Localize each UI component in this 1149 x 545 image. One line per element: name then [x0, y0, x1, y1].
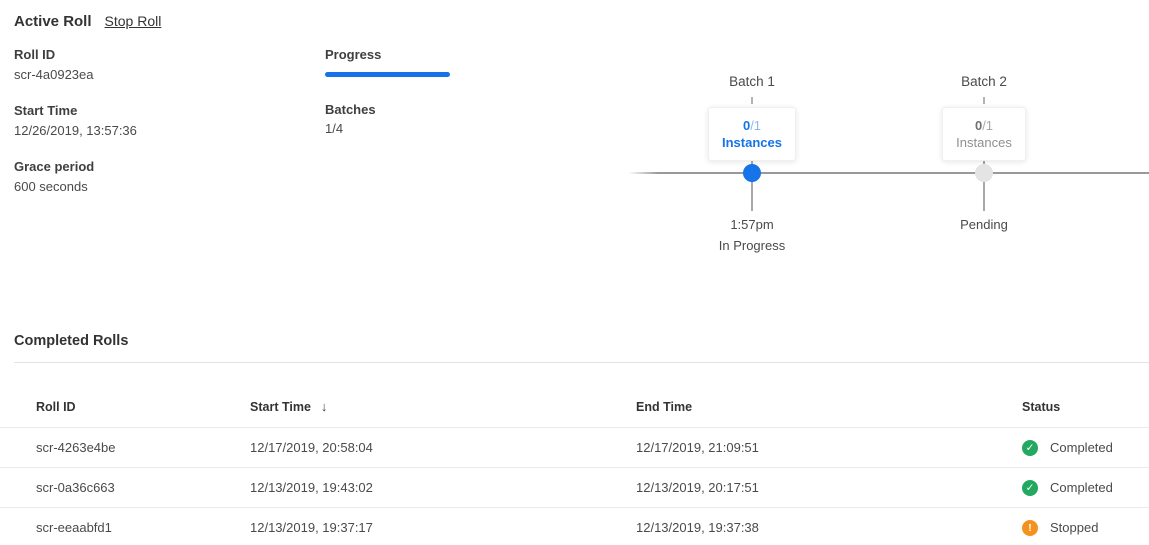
- field-grace-period: Grace period 600 seconds: [14, 158, 137, 195]
- cell-status: ! Stopped: [1022, 520, 1149, 536]
- instances-label: Instances: [722, 134, 782, 151]
- col-roll-id: Roll ID: [36, 400, 250, 414]
- check-circle-icon: ✓: [1022, 480, 1038, 496]
- cell-start-time: 12/17/2019, 20:58:04: [250, 440, 636, 455]
- batch-info: 1:57pm In Progress: [672, 217, 832, 254]
- field-roll-id: Roll ID scr-4a0923ea: [14, 46, 137, 83]
- batch-name: Batch 1: [672, 74, 832, 90]
- progress-bar-fill: [325, 72, 450, 77]
- check-circle-icon: ✓: [1022, 440, 1038, 456]
- cell-status: ✓ Completed: [1022, 440, 1149, 456]
- batches-label: Batches: [325, 101, 450, 118]
- progress-label: Progress: [325, 46, 450, 63]
- status-label: Completed: [1050, 440, 1113, 455]
- field-value: 12/26/2019, 13:57:36: [14, 122, 137, 139]
- warning-circle-icon: !: [1022, 520, 1038, 536]
- timeline-axis: [628, 172, 1149, 174]
- completed-rolls-table: Roll ID Start Time↓ End Time Status scr-…: [0, 386, 1149, 545]
- progress-summary: Progress Batches 1/4: [325, 46, 450, 136]
- field-label: Roll ID: [14, 46, 137, 63]
- table-row[interactable]: scr-eeaabfd1 12/13/2019, 19:37:17 12/13/…: [0, 507, 1149, 545]
- field-label: Start Time: [14, 102, 137, 119]
- cell-roll-id: scr-4263e4be: [36, 440, 250, 455]
- completed-rolls-title: Completed Rolls: [14, 333, 128, 349]
- instances-card[interactable]: 0/1 Instances: [942, 107, 1026, 161]
- cell-end-time: 12/13/2019, 20:17:51: [636, 480, 1022, 495]
- stop-roll-link[interactable]: Stop Roll: [105, 13, 162, 29]
- batch-tick: [983, 97, 985, 104]
- cell-end-time: 12/13/2019, 19:37:38: [636, 520, 1022, 535]
- batch-connector-line: [983, 154, 985, 211]
- cell-end-time: 12/17/2019, 21:09:51: [636, 440, 1022, 455]
- section-divider: [14, 362, 1149, 363]
- col-start-time[interactable]: Start Time↓: [250, 399, 636, 414]
- timeline-batch-2: Batch 2 0/1 Instances Pending: [904, 74, 1064, 161]
- roll-details: Roll ID scr-4a0923ea Start Time 12/26/20…: [14, 46, 137, 214]
- col-end-time: End Time: [636, 400, 1022, 414]
- field-label: Grace period: [14, 158, 137, 175]
- status-label: Stopped: [1050, 520, 1098, 535]
- instances-label: Instances: [956, 134, 1012, 151]
- batch-tick: [751, 97, 753, 104]
- status-label: Completed: [1050, 480, 1113, 495]
- batches-value: 1/4: [325, 121, 450, 136]
- batch-time: 1:57pm: [672, 217, 832, 233]
- cell-roll-id: scr-0a36c663: [36, 480, 250, 495]
- instances-count: 0/1: [956, 117, 1012, 134]
- table-row[interactable]: scr-4263e4be 12/17/2019, 20:58:04 12/17/…: [0, 427, 1149, 467]
- instances-card[interactable]: 0/1 Instances: [708, 107, 796, 161]
- active-roll-header: Active Roll Stop Roll: [14, 13, 161, 30]
- batch-pending-dot: [975, 164, 993, 182]
- sort-desc-icon[interactable]: ↓: [321, 399, 328, 414]
- cell-start-time: 12/13/2019, 19:37:17: [250, 520, 636, 535]
- batch-connector-line: [751, 154, 753, 211]
- field-value: 600 seconds: [14, 178, 137, 195]
- progress-bar: [325, 72, 450, 77]
- field-value: scr-4a0923ea: [14, 66, 137, 83]
- cell-roll-id: scr-eeaabfd1: [36, 520, 250, 535]
- col-status: Status: [1022, 400, 1149, 414]
- timeline-batch-1: Batch 1 0/1 Instances 1:57pm In Progress: [672, 74, 832, 161]
- cell-start-time: 12/13/2019, 19:43:02: [250, 480, 636, 495]
- batch-time: Pending: [904, 217, 1064, 233]
- batch-name: Batch 2: [904, 74, 1064, 90]
- instances-count: 0/1: [722, 117, 782, 134]
- table-header-row: Roll ID Start Time↓ End Time Status: [0, 386, 1149, 427]
- batch-info: Pending: [904, 217, 1064, 238]
- field-start-time: Start Time 12/26/2019, 13:57:36: [14, 102, 137, 139]
- active-roll-title: Active Roll: [14, 13, 92, 30]
- roll-management-page: Active Roll Stop Roll Roll ID scr-4a0923…: [0, 0, 1149, 545]
- batch-status: In Progress: [672, 238, 832, 254]
- table-row[interactable]: scr-0a36c663 12/13/2019, 19:43:02 12/13/…: [0, 467, 1149, 507]
- cell-status: ✓ Completed: [1022, 480, 1149, 496]
- batch-progress-dot: [743, 164, 761, 182]
